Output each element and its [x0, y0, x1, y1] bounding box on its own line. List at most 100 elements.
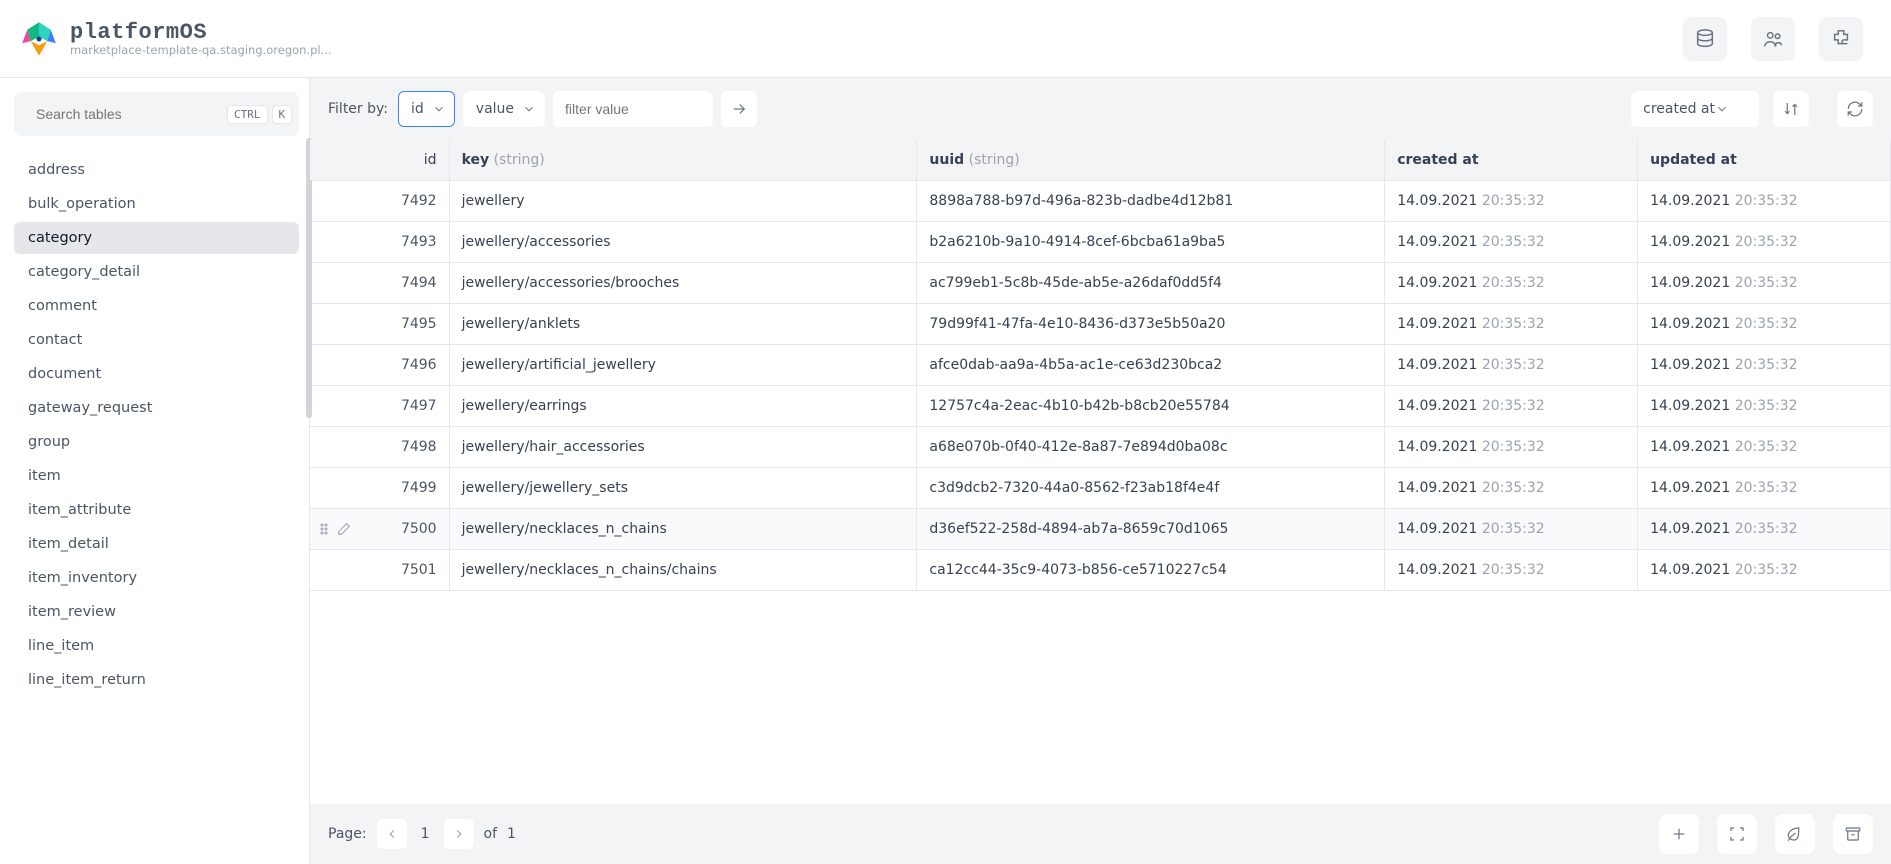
- sidebar-item-item_detail[interactable]: item_detail: [14, 528, 299, 560]
- table-row[interactable]: 7501jewellery/necklaces_n_chains/chainsc…: [310, 550, 1891, 591]
- sidebar-item-item[interactable]: item: [14, 460, 299, 492]
- col-header-updated-at[interactable]: updated at: [1638, 140, 1891, 181]
- table-row[interactable]: 7494jewellery/accessories/broochesac799e…: [310, 263, 1891, 304]
- eco-mode-button[interactable]: [1775, 814, 1815, 854]
- table-row[interactable]: 7499jewellery/jewellery_setsc3d9dcb2-732…: [310, 468, 1891, 509]
- cell-key: jewellery: [449, 181, 917, 222]
- sidebar-item-address[interactable]: address: [14, 154, 299, 186]
- arrow-left-icon: [385, 827, 399, 841]
- brand-subtitle: marketplace-template-qa.staging.oregon.p…: [70, 43, 332, 57]
- drag-icon[interactable]: [316, 521, 332, 537]
- leaf-icon: [1786, 825, 1804, 843]
- sidebar-item-contact[interactable]: contact: [14, 324, 299, 356]
- arrow-right-icon: [452, 827, 466, 841]
- sidebar-item-line_item[interactable]: line_item: [14, 630, 299, 662]
- cell-created-at: 14.09.2021 20:35:32: [1385, 550, 1638, 591]
- cell-key: jewellery/accessories: [449, 222, 917, 263]
- search-input[interactable]: [34, 105, 219, 123]
- sidebar-item-item_attribute[interactable]: item_attribute: [14, 494, 299, 526]
- cell-created-at: 14.09.2021 20:35:32: [1385, 263, 1638, 304]
- cell-created-at: 14.09.2021 20:35:32: [1385, 345, 1638, 386]
- cell-key: jewellery/necklaces_n_chains/chains: [449, 550, 917, 591]
- table-row[interactable]: 7493jewellery/accessoriesb2a6210b-9a10-4…: [310, 222, 1891, 263]
- brand-block[interactable]: platformOS marketplace-template-qa.stagi…: [18, 18, 332, 60]
- cell-uuid: d36ef522-258d-4894-ab7a-8659c70d1065: [917, 509, 1385, 550]
- sidebar-item-group[interactable]: group: [14, 426, 299, 458]
- edit-icon[interactable]: [336, 521, 352, 537]
- sort-direction-button[interactable]: [1773, 91, 1809, 127]
- table-row[interactable]: 7497jewellery/earrings12757c4a-2eac-4b10…: [310, 386, 1891, 427]
- topbar: platformOS marketplace-template-qa.stagi…: [0, 0, 1891, 78]
- cell-updated-at: 14.09.2021 20:35:32: [1638, 345, 1891, 386]
- add-row-button[interactable]: [1659, 814, 1699, 854]
- apply-filter-button[interactable]: [721, 91, 757, 127]
- prev-page-button[interactable]: [377, 819, 407, 849]
- table-row[interactable]: 7498jewellery/hair_accessoriesa68e070b-0…: [310, 427, 1891, 468]
- cell-created-at: 14.09.2021 20:35:32: [1385, 468, 1638, 509]
- table-row[interactable]: 7495jewellery/anklets79d99f41-47fa-4e10-…: [310, 304, 1891, 345]
- cell-updated-at: 14.09.2021 20:35:32: [1638, 386, 1891, 427]
- cell-uuid: a68e070b-0f40-412e-8a87-7e894d0ba08c: [917, 427, 1385, 468]
- refresh-icon: [1846, 100, 1864, 118]
- tables-list[interactable]: addressbulk_operationcategorycategory_de…: [14, 154, 299, 864]
- sidebar-item-item_inventory[interactable]: item_inventory: [14, 562, 299, 594]
- current-page: 1: [417, 826, 434, 842]
- cell-created-at: 14.09.2021 20:35:32: [1385, 427, 1638, 468]
- refresh-button[interactable]: [1837, 91, 1873, 127]
- filter-field-select[interactable]: id: [398, 91, 455, 127]
- database-button[interactable]: [1683, 17, 1727, 61]
- table-row[interactable]: 7492jewellery8898a788-b97d-496a-823b-dad…: [310, 181, 1891, 222]
- database-icon: [1694, 28, 1716, 50]
- cell-id: 7493: [310, 222, 449, 263]
- cell-updated-at: 14.09.2021 20:35:32: [1638, 263, 1891, 304]
- search-tables-box[interactable]: CTRLK: [14, 92, 299, 136]
- arrow-right-icon: [730, 100, 748, 118]
- sort-select[interactable]: created at: [1631, 91, 1759, 127]
- cell-uuid: 8898a788-b97d-496a-823b-dadbe4d12b81: [917, 181, 1385, 222]
- cell-id: 7494: [310, 263, 449, 304]
- cell-uuid: 79d99f41-47fa-4e10-8436-d373e5b50a20: [917, 304, 1385, 345]
- expand-button[interactable]: [1717, 814, 1757, 854]
- col-header-key[interactable]: key (string): [449, 140, 917, 181]
- cell-key: jewellery/earrings: [449, 386, 917, 427]
- data-grid[interactable]: idkey (string)uuid (string)created atupd…: [310, 140, 1891, 804]
- filter-value-input[interactable]: [553, 91, 713, 127]
- cell-id: 7499: [310, 468, 449, 509]
- filter-op-select[interactable]: value: [463, 91, 545, 127]
- col-header-uuid[interactable]: uuid (string): [917, 140, 1385, 181]
- cell-updated-at: 14.09.2021 20:35:32: [1638, 222, 1891, 263]
- sidebar-item-item_review[interactable]: item_review: [14, 596, 299, 628]
- plus-icon: [1670, 825, 1688, 843]
- chevron-down-icon: [1715, 102, 1729, 116]
- shortcut-hint: CTRLK: [227, 105, 292, 124]
- page-label: Page:: [328, 826, 367, 842]
- sidebar-item-line_item_return[interactable]: line_item_return: [14, 664, 299, 696]
- extension-button[interactable]: [1819, 17, 1863, 61]
- users-icon: [1762, 28, 1784, 50]
- cell-updated-at: 14.09.2021 20:35:32: [1638, 304, 1891, 345]
- table-row[interactable]: 7496jewellery/artificial_jewelleryafce0d…: [310, 345, 1891, 386]
- expand-icon: [1728, 825, 1746, 843]
- col-header-created-at[interactable]: created at: [1385, 140, 1638, 181]
- users-button[interactable]: [1751, 17, 1795, 61]
- cell-created-at: 14.09.2021 20:35:32: [1385, 222, 1638, 263]
- sidebar-item-gateway_request[interactable]: gateway_request: [14, 392, 299, 424]
- cell-uuid: 12757c4a-2eac-4b10-b42b-b8cb20e55784: [917, 386, 1385, 427]
- cell-key: jewellery/jewellery_sets: [449, 468, 917, 509]
- cell-updated-at: 14.09.2021 20:35:32: [1638, 509, 1891, 550]
- cell-key: jewellery/accessories/brooches: [449, 263, 917, 304]
- cell-uuid: afce0dab-aa9a-4b5a-ac1e-ce63d230bca2: [917, 345, 1385, 386]
- filter-toolbar: Filter by: id value created at: [310, 78, 1891, 140]
- cell-id: 7501: [310, 550, 449, 591]
- sidebar-item-document[interactable]: document: [14, 358, 299, 390]
- cell-key: jewellery/anklets: [449, 304, 917, 345]
- next-page-button[interactable]: [444, 819, 474, 849]
- sidebar-item-category_detail[interactable]: category_detail: [14, 256, 299, 288]
- col-header-id[interactable]: id: [310, 140, 449, 181]
- table-row[interactable]: 7500jewellery/necklaces_n_chainsd36ef522…: [310, 509, 1891, 550]
- sidebar-item-category[interactable]: category: [14, 222, 299, 254]
- sidebar-item-comment[interactable]: comment: [14, 290, 299, 322]
- archive-button[interactable]: [1833, 814, 1873, 854]
- sidebar-item-bulk_operation[interactable]: bulk_operation: [14, 188, 299, 220]
- cell-key: jewellery/necklaces_n_chains: [449, 509, 917, 550]
